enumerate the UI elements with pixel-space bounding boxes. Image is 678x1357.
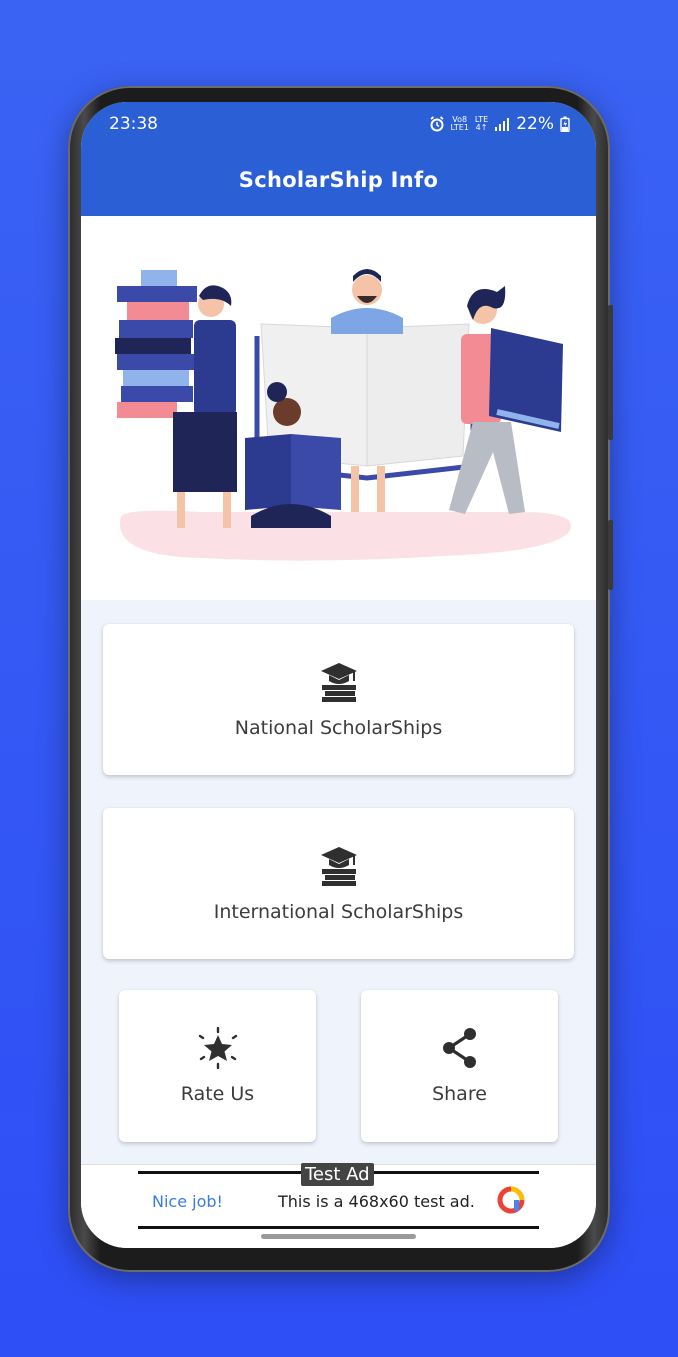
test-ad-tag: Test Ad bbox=[301, 1163, 374, 1186]
ad-text: This is a 468x60 test ad. bbox=[278, 1192, 475, 1211]
share-label: Share bbox=[432, 1083, 487, 1105]
app-bar: 23:38 Vo8 LTE1 LTE 4↑ 22% ScholarShip In… bbox=[81, 102, 596, 216]
ad-nice-job[interactable]: Nice job! bbox=[152, 1192, 223, 1211]
battery-percent: 22% bbox=[516, 114, 554, 134]
power-button bbox=[608, 520, 613, 590]
home-indicator[interactable] bbox=[261, 1234, 416, 1239]
rate-us-label: Rate Us bbox=[180, 1083, 255, 1105]
ad-logo-icon bbox=[497, 1186, 525, 1214]
graduation-books-icon bbox=[320, 846, 357, 886]
app-title: ScholarShip Info bbox=[238, 168, 439, 192]
alarm-icon bbox=[429, 116, 444, 132]
hero-illustration bbox=[81, 216, 596, 602]
rate-us-card[interactable]: Rate Us bbox=[119, 990, 316, 1142]
volte-indicator: Vo8 LTE1 bbox=[450, 115, 469, 132]
international-scholarships-card[interactable]: International ScholarShips bbox=[103, 808, 574, 959]
status-icons: Vo8 LTE1 LTE 4↑ 22% bbox=[429, 114, 570, 134]
international-scholarships-label: International ScholarShips bbox=[213, 900, 464, 923]
graduation-books-icon bbox=[320, 662, 357, 702]
national-scholarships-card[interactable]: National ScholarShips bbox=[103, 624, 574, 775]
lte-indicator: LTE 4↑ bbox=[474, 115, 489, 132]
battery-charging-icon bbox=[560, 116, 570, 132]
volume-button bbox=[608, 305, 613, 440]
share-icon bbox=[442, 1028, 476, 1068]
signal-icon bbox=[495, 118, 510, 131]
people-reading-illustration bbox=[115, 269, 571, 561]
star-burst-icon bbox=[198, 1027, 237, 1069]
share-card[interactable]: Share bbox=[361, 990, 558, 1142]
status-time: 23:38 bbox=[109, 114, 158, 134]
national-scholarships-label: National ScholarShips bbox=[234, 716, 443, 739]
phone-screen: 23:38 Vo8 LTE1 LTE 4↑ 22% ScholarShip In… bbox=[81, 102, 596, 1248]
